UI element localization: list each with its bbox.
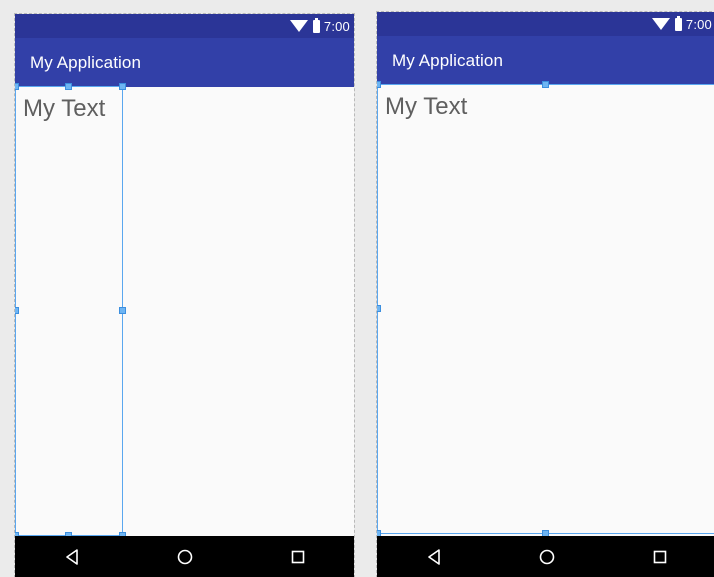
status-time: 7:00	[323, 18, 350, 34]
home-icon[interactable]	[527, 542, 567, 572]
battery-icon	[674, 15, 682, 31]
wifi-icon	[651, 18, 670, 30]
battery-icon	[312, 17, 320, 33]
resize-handle-middle-right[interactable]	[119, 307, 126, 314]
recents-icon[interactable]	[278, 542, 318, 572]
resize-handle-top-left[interactable]	[377, 81, 381, 88]
resize-handle-top-left[interactable]	[15, 83, 19, 90]
wifi-icon	[289, 20, 308, 32]
resize-handle-middle-left[interactable]	[377, 305, 381, 312]
device-preview-right: 7:00 My Application My Text	[376, 11, 714, 577]
resize-handle-top-center[interactable]	[65, 83, 72, 90]
resize-handle-top-right[interactable]	[119, 83, 126, 90]
recents-icon[interactable]	[640, 542, 680, 572]
app-bar: My Application	[377, 36, 714, 85]
resize-handle-middle-left[interactable]	[15, 307, 19, 314]
resize-handle-top-center[interactable]	[542, 81, 549, 88]
status-bar: 7:00	[15, 14, 354, 38]
selection-box[interactable]	[377, 84, 714, 534]
app-bar: My Application	[15, 38, 354, 87]
status-bar: 7:00	[377, 12, 714, 36]
device-preview-left: 7:00 My Application My Text	[14, 13, 355, 577]
back-icon[interactable]	[414, 542, 454, 572]
home-icon[interactable]	[165, 542, 205, 572]
app-title: My Application	[30, 52, 142, 72]
app-title: My Application	[392, 50, 504, 70]
navigation-bar	[15, 536, 354, 577]
navigation-bar	[377, 536, 714, 577]
selection-box[interactable]	[15, 86, 123, 536]
back-icon[interactable]	[52, 542, 92, 572]
status-time: 7:00	[685, 16, 712, 32]
